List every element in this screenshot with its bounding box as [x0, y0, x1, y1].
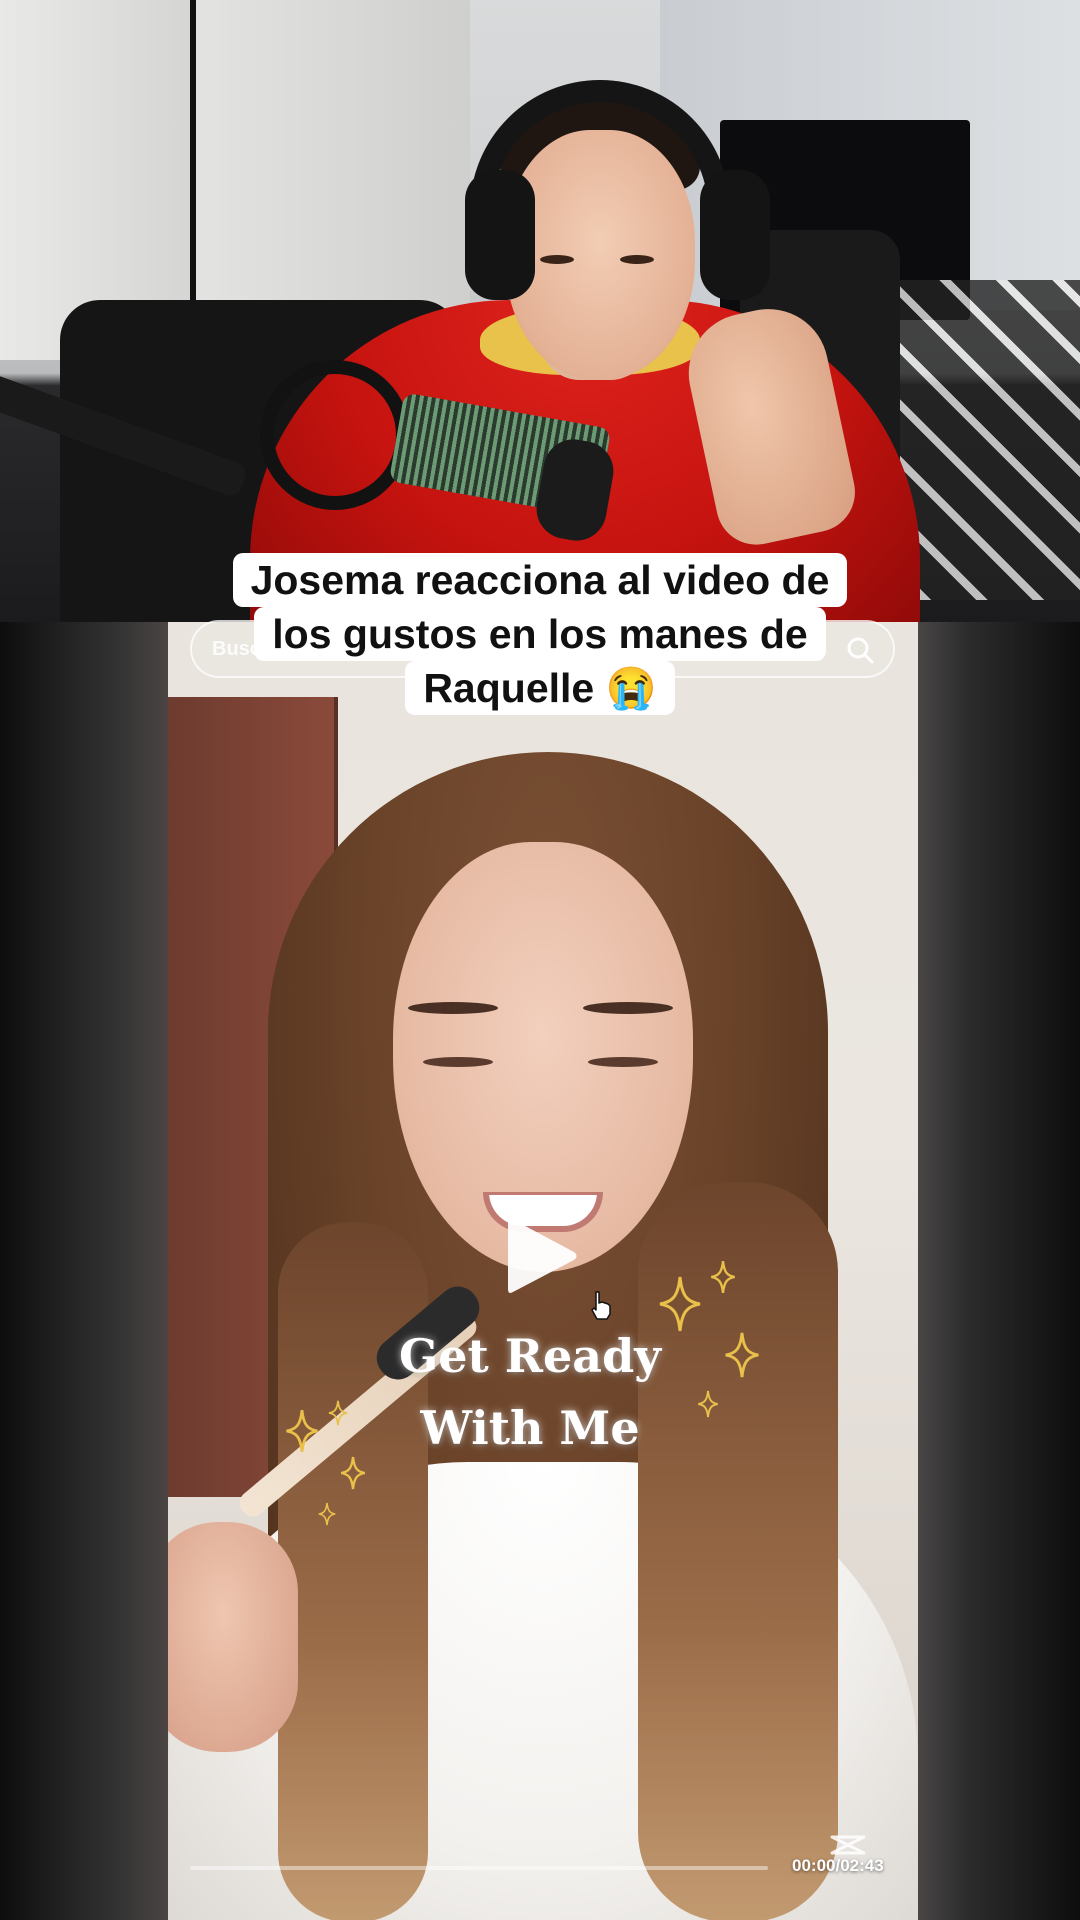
headphone-cup [465, 170, 535, 300]
sparkle-icon [318, 1502, 336, 1526]
sparkle-icon [711, 1261, 735, 1293]
play-icon[interactable] [502, 1213, 582, 1299]
time-display: 00:00/02:43 [792, 1856, 884, 1875]
curtain [190, 0, 470, 330]
video-progress-bar[interactable] [190, 1866, 768, 1870]
caption-line: Raquelle 😭 [405, 661, 675, 715]
hand [168, 1522, 298, 1752]
bicycle [900, 280, 1080, 600]
blurred-side-right [918, 622, 1080, 1920]
overlay-title-line: Get Ready [398, 1329, 661, 1383]
streamer-webcam-feed [0, 0, 1080, 622]
sparkle-icon [725, 1332, 759, 1378]
video-caption: Josema reacciona al video de los gustos … [0, 553, 1080, 715]
hand-cursor-icon [591, 1291, 611, 1320]
eyebrow [583, 1002, 673, 1014]
mic-shock-mount [260, 360, 410, 510]
overlay-title-line: With Me [420, 1401, 640, 1455]
closed-eye [588, 1057, 658, 1067]
video-overlay-title: Get Ready With Me [340, 1320, 720, 1464]
blurred-side-left [0, 622, 168, 1920]
headphone-cup [700, 170, 770, 300]
caption-line: Josema reacciona al video de [232, 553, 848, 607]
closed-eye [423, 1057, 493, 1067]
eyebrow [408, 1002, 498, 1014]
caption-line: los gustos en los manes de [254, 607, 826, 661]
sparkle-icon [286, 1409, 318, 1453]
capcut-logo-icon [830, 1835, 866, 1855]
